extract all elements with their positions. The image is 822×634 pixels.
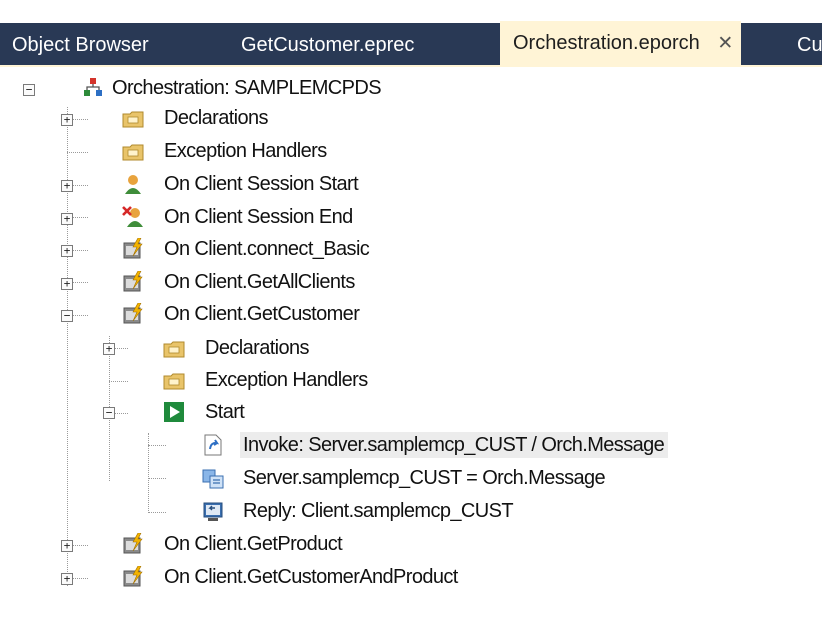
expand-icon[interactable]: + (61, 245, 73, 257)
collapse-icon[interactable]: − (61, 310, 73, 322)
tree-line (72, 250, 88, 251)
assign-icon (202, 469, 224, 489)
event-icon (123, 303, 143, 324)
folder-icon (163, 341, 185, 358)
folder-icon (163, 373, 185, 390)
tree-node-label: Declarations (164, 107, 269, 129)
tree-line (72, 578, 88, 579)
tree-node-label: On Client.GetAllClients (164, 271, 355, 293)
tree-line (109, 381, 128, 382)
folder-icon (122, 111, 144, 128)
tree-line (72, 545, 88, 546)
tree-node-label: Exception Handlers (205, 369, 368, 391)
tree-node-label: On Client.GetCustomerAndProduct (164, 566, 458, 588)
user-start-icon (125, 175, 141, 194)
orchestration-icon (84, 78, 102, 96)
tab-getcustomer-eprec[interactable]: GetCustomer.eprec (241, 23, 414, 67)
tab-label: Cu (797, 34, 822, 56)
close-tab-icon[interactable]: ✕ (717, 22, 733, 66)
tree-node-label: Orchestration: SAMPLEMCPDS (112, 77, 382, 99)
tree-node-label: On Client.GetCustomer (164, 303, 360, 325)
event-icon (123, 566, 143, 587)
tree-node-label: On Client Session Start (164, 173, 359, 195)
tree-node-label: Declarations (205, 337, 310, 359)
tree-node-label: On Client Session End (164, 206, 353, 228)
reply-icon (203, 502, 223, 521)
tree-line (72, 217, 88, 218)
tree-line (72, 119, 88, 120)
tree-line (72, 315, 88, 316)
tab-label: Object Browser (12, 34, 149, 56)
collapse-icon[interactable]: − (23, 84, 35, 96)
tree-line (114, 348, 128, 349)
user-end-icon (122, 206, 143, 227)
tree-line (72, 282, 88, 283)
start-icon (164, 402, 184, 422)
tree-line (148, 512, 166, 513)
tree-line (148, 478, 166, 479)
tree-node-label: Reply: Client.samplemcp_CUST (243, 500, 514, 522)
expand-icon[interactable]: + (61, 540, 73, 552)
tree-node-label: Invoke: Server.samplemcp_CUST / Orch.Mes… (240, 432, 669, 458)
collapse-icon[interactable]: − (103, 407, 115, 419)
tree-line (67, 152, 88, 153)
expand-icon[interactable]: + (61, 573, 73, 585)
tree-node-label: On Client.connect_Basic (164, 238, 370, 260)
tab-bar-top-strip (0, 0, 822, 23)
event-icon (123, 238, 143, 259)
tab-orchestration-eporch[interactable]: Orchestration.eporch ✕ (500, 21, 742, 67)
expand-icon[interactable]: + (61, 278, 73, 290)
expand-icon[interactable]: + (61, 180, 73, 192)
expand-icon[interactable]: + (61, 213, 73, 225)
tree-node-label: Exception Handlers (164, 140, 327, 162)
tree-node-label: Start (205, 401, 245, 423)
tree-line (148, 445, 166, 446)
tree-line (114, 413, 128, 414)
tab-label: Orchestration.eporch (513, 32, 700, 54)
invoke-icon (204, 434, 222, 456)
tab-label: GetCustomer.eprec (241, 34, 415, 56)
expand-icon[interactable]: + (103, 343, 115, 355)
orchestration-tree: − Orchestration: SAMPLEMCPDS + Declarati… (0, 67, 822, 634)
tree-line (72, 185, 88, 186)
expand-icon[interactable]: + (61, 114, 73, 126)
tab-object-browser[interactable]: Object Browser (12, 23, 149, 67)
folder-icon (122, 144, 144, 161)
document-tab-bar: Object Browser GetCustomer.eprec Orchest… (0, 0, 822, 67)
event-icon (123, 533, 143, 554)
tree-node-label: Server.samplemcp_CUST = Orch.Message (243, 467, 606, 489)
tab-cu[interactable]: Cu (797, 23, 822, 67)
event-icon (123, 271, 143, 292)
tree-node-label: On Client.GetProduct (164, 533, 343, 555)
